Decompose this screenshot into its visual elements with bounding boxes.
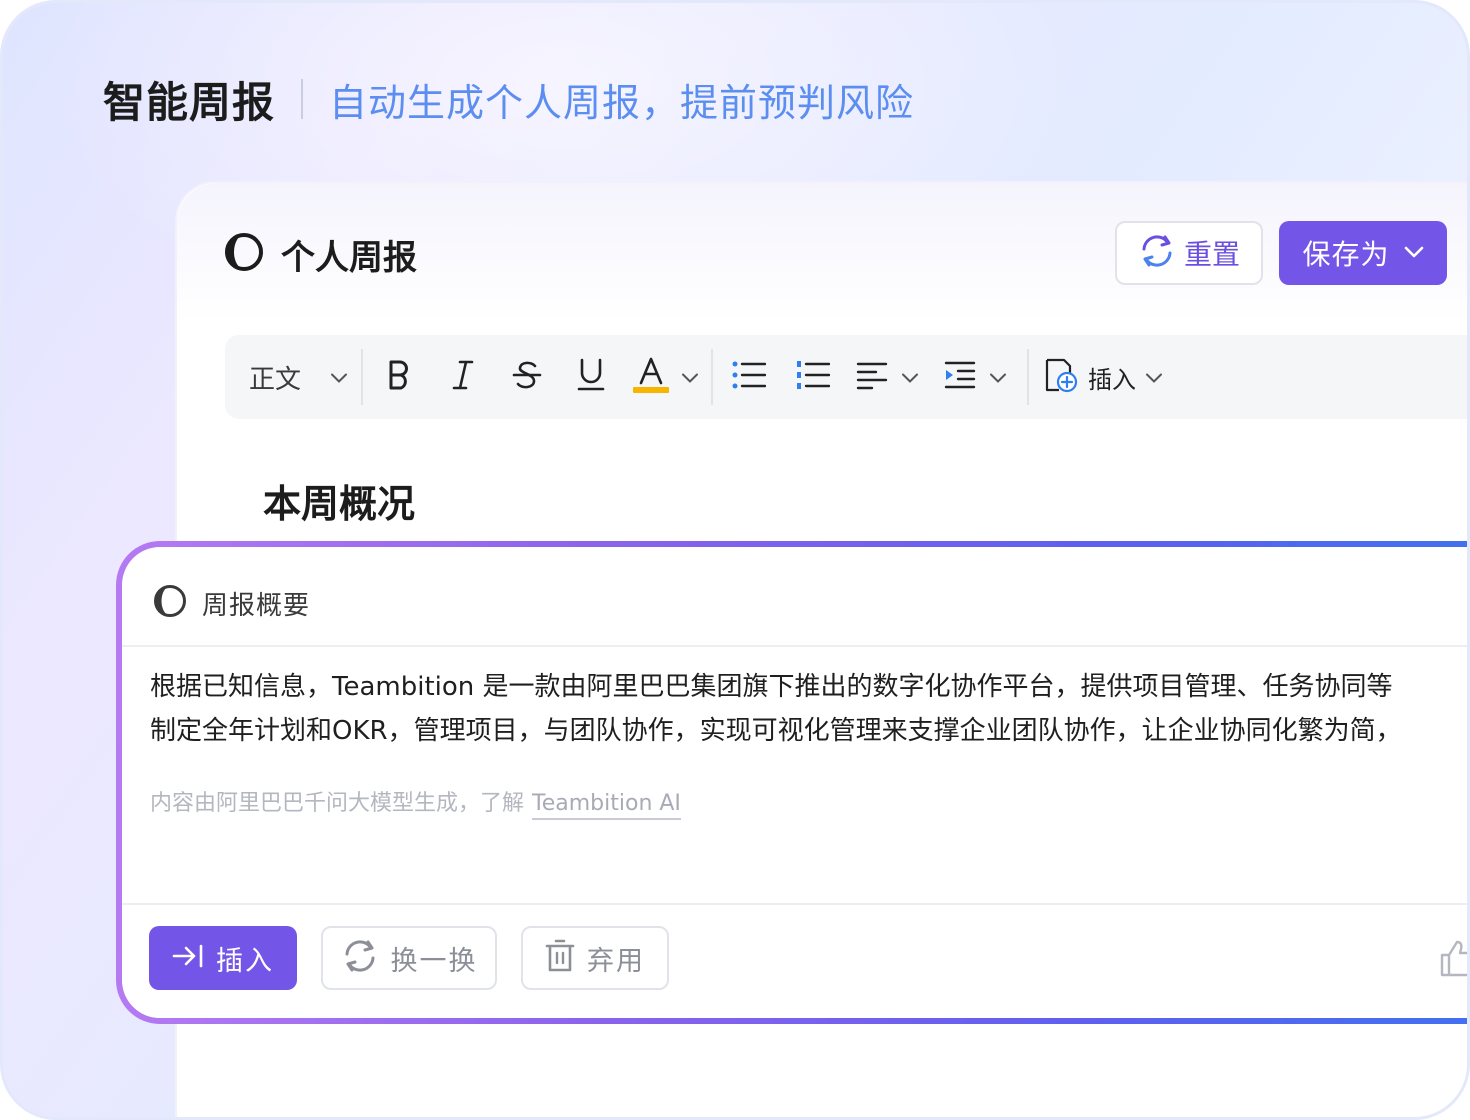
swap-label: 换一换: [390, 945, 478, 977]
chevron-down-icon: [990, 368, 1006, 387]
text-style-label: 正文: [248, 364, 301, 395]
save-as-label: 保存为: [1302, 238, 1390, 271]
italic-icon: [451, 359, 475, 395]
hero-header: 智能周报 自动生成个人周报，提前预判风险: [103, 67, 914, 131]
insert-icon: [1044, 357, 1078, 397]
insert-arrow-icon: [172, 943, 204, 973]
chevron-down-icon: [331, 368, 347, 387]
indent-icon: [944, 360, 976, 394]
align-button[interactable]: [841, 347, 933, 407]
ai-summary-line: 制定全年计划和OKR，管理项目，与团队协作，实现可视化管理来支撑企业团队协作，让…: [150, 716, 1402, 746]
underline-icon: [577, 358, 605, 396]
ai-summary-header: 周报概要: [152, 577, 310, 629]
chevron-down-icon: [902, 368, 918, 387]
formatting-toolbar: 正文 插入: [225, 335, 1467, 419]
document-header: 个人周报: [223, 229, 417, 279]
teambition-ai-link[interactable]: Teambition AI: [532, 791, 681, 820]
bullet-list-icon: [732, 360, 767, 394]
insert-label: 插入: [216, 945, 274, 977]
bold-icon: [386, 359, 412, 395]
refresh-icon: [341, 937, 379, 979]
thumbs-up-icon[interactable]: [1440, 939, 1467, 981]
chevron-down-icon: [1404, 244, 1424, 263]
font-color-icon: [632, 356, 670, 398]
section-heading: 本周概况: [263, 482, 416, 526]
underline-button[interactable]: [563, 347, 619, 407]
screen-frame: 智能周报 自动生成个人周报，提前预判风险 个人周报 重置 保存为 正文 插入 本…: [0, 0, 1470, 1120]
document-title: 个人周报: [281, 237, 417, 278]
bold-button[interactable]: [363, 347, 435, 407]
ai-summary-card: 周报概要 根据已知信息，Teambition 是一款由阿里巴巴集团旗下推出的数字…: [116, 541, 1467, 1024]
chevron-down-icon: [1146, 368, 1162, 387]
numbered-list-icon: [796, 360, 831, 394]
refresh-icon: [1138, 232, 1176, 274]
hero-title: 智能周报: [103, 77, 276, 127]
trash-icon: [545, 939, 575, 977]
ai-summary-card-body: 周报概要 根据已知信息，Teambition 是一款由阿里巴巴集团旗下推出的数字…: [122, 547, 1467, 1018]
reset-label: 重置: [1183, 238, 1240, 271]
align-left-icon: [856, 360, 888, 394]
insert-label: 插入: [1088, 365, 1136, 394]
reset-button[interactable]: 重置: [1115, 221, 1263, 285]
ai-disclaimer: 内容由阿里巴巴千问大模型生成，了解 Teambition AI: [150, 785, 681, 820]
indent-button[interactable]: [933, 347, 1017, 407]
ai-disclaimer-text: 内容由阿里巴巴千问大模型生成，了解: [150, 791, 525, 816]
numbered-list-button[interactable]: [785, 347, 841, 407]
hero-divider: [301, 79, 304, 119]
discard-label: 弃用: [587, 945, 645, 977]
ai-summary-line: 根据已知信息，Teambition 是一款由阿里巴巴集团旗下推出的数字化协作平台…: [150, 672, 1393, 702]
save-as-button[interactable]: 保存为: [1279, 221, 1447, 285]
strikethrough-icon: [512, 359, 542, 395]
chevron-down-icon: [682, 368, 698, 387]
ai-summary-text: 根据已知信息，Teambition 是一款由阿里巴巴集团旗下推出的数字化协作平台…: [150, 665, 1467, 753]
insert-button[interactable]: 插入: [149, 926, 297, 990]
text-style-dropdown[interactable]: 正文: [225, 347, 361, 407]
font-color-button[interactable]: [619, 347, 711, 407]
ai-summary-divider: [122, 645, 1467, 647]
strikethrough-button[interactable]: [491, 347, 563, 407]
ai-summary-title: 周报概要: [202, 590, 311, 621]
ai-logo-icon: [223, 231, 265, 277]
insert-dropdown[interactable]: 插入: [1029, 347, 1169, 407]
discard-button[interactable]: 弃用: [521, 926, 669, 990]
italic-button[interactable]: [435, 347, 491, 407]
swap-button[interactable]: 换一换: [321, 926, 497, 990]
hero-subtitle: 自动生成个人周报，提前预判风险: [329, 80, 915, 125]
bullet-list-button[interactable]: [713, 347, 785, 407]
ai-logo-icon: [152, 583, 188, 623]
